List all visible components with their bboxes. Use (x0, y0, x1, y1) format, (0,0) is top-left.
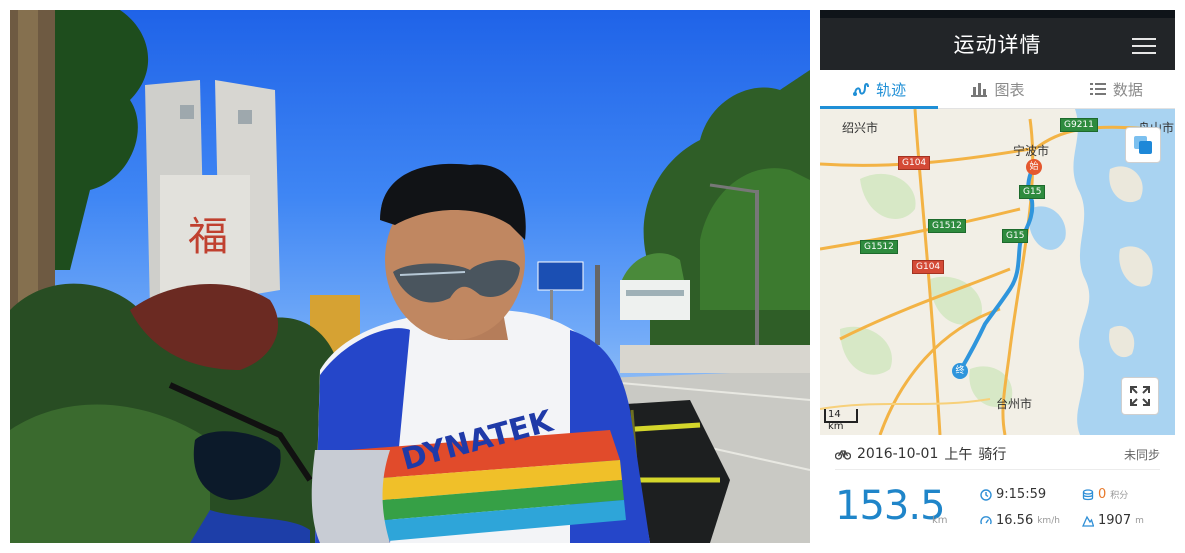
route-map[interactable]: 绍兴市 宁波市 台州市 舟山市 G9211 G104 G15 G1512 G15… (820, 109, 1175, 435)
distance-unit: km (932, 515, 948, 526)
road-shield: G1512 (860, 240, 898, 254)
layers-button[interactable] (1125, 127, 1161, 163)
duration-value: 9:15:59 (996, 487, 1047, 502)
coins-icon (1082, 488, 1094, 500)
duration-stat: 9:15:59 (980, 487, 1046, 502)
bicycle-icon (835, 450, 851, 460)
mountain-icon (1082, 515, 1094, 527)
menu-icon[interactable] (1132, 38, 1156, 54)
sign-character: 福 (188, 214, 228, 260)
tab-data-label: 数据 (1112, 80, 1143, 99)
activity-time-of-day: 上午 (944, 447, 973, 463)
points-value: 0 (1098, 487, 1107, 502)
speedometer-icon (980, 515, 992, 524)
end-marker[interactable]: 终 (952, 363, 968, 379)
road-shield: G104 (912, 260, 945, 274)
tab-track[interactable]: 轨迹 (820, 70, 939, 109)
tab-data[interactable]: 数据 (1057, 70, 1175, 108)
track-icon (853, 83, 870, 96)
activity-type: 骑行 (978, 447, 1007, 463)
tab-bar: 轨迹 图表 数据 (820, 70, 1175, 109)
start-marker[interactable]: 始 (1026, 159, 1042, 175)
speed-unit: km/h (1037, 515, 1060, 526)
fullscreen-button[interactable] (1121, 377, 1159, 415)
bar-chart-icon (971, 83, 988, 97)
activity-meta: 2016-10-01 上午 骑行 未同步 (835, 443, 1160, 465)
road-shield: G9211 (1060, 118, 1098, 132)
list-icon (1089, 83, 1106, 95)
road-shield: G15 (1019, 185, 1046, 199)
photo-scene: 福 DYNATEK (10, 10, 810, 543)
map-city-label: 绍兴市 (842, 121, 879, 135)
cyclist-photo: 福 DYNATEK (10, 10, 810, 543)
elevation-unit: m (1135, 515, 1144, 526)
map-scale: 14 km (824, 409, 858, 432)
activity-summary: 2016-10-01 上午 骑行 未同步 153.5 km 9:15:59 16… (820, 435, 1175, 543)
tab-chart[interactable]: 图表 (938, 70, 1056, 108)
map-city-label: 宁波市 (1013, 144, 1050, 158)
clock-icon (980, 488, 992, 501)
activity-date: 2016-10-01 (857, 446, 939, 462)
points-stat: 0 积分 (1082, 487, 1128, 502)
page-title: 运动详情 (953, 33, 1042, 57)
tab-chart-label: 图表 (994, 80, 1025, 99)
expand-icon (1130, 386, 1150, 406)
phone-screen: 运动详情 轨迹 图表 数据 绍兴市 宁波市 台州市 G9211 G104 G15… (820, 10, 1175, 543)
layers-icon (1134, 136, 1152, 154)
status-bar (820, 10, 1175, 18)
points-unit: 积分 (1110, 491, 1129, 501)
divider (835, 469, 1160, 470)
elevation-stat: 1907 m (1082, 513, 1144, 528)
road-shield: G1512 (928, 219, 966, 233)
sync-status[interactable]: 未同步 (1124, 446, 1160, 463)
road-shield: G104 (898, 156, 931, 170)
tab-track-label: 轨迹 (876, 80, 907, 99)
map-city-label: 台州市 (996, 397, 1033, 411)
app-header: 运动详情 (820, 18, 1175, 70)
speed-value: 16.56 (996, 513, 1034, 528)
elevation-value: 1907 (1098, 513, 1132, 528)
speed-stat: 16.56 km/h (980, 513, 1060, 528)
road-shield: G15 (1002, 229, 1029, 243)
distance-value: 153.5 (835, 483, 946, 529)
